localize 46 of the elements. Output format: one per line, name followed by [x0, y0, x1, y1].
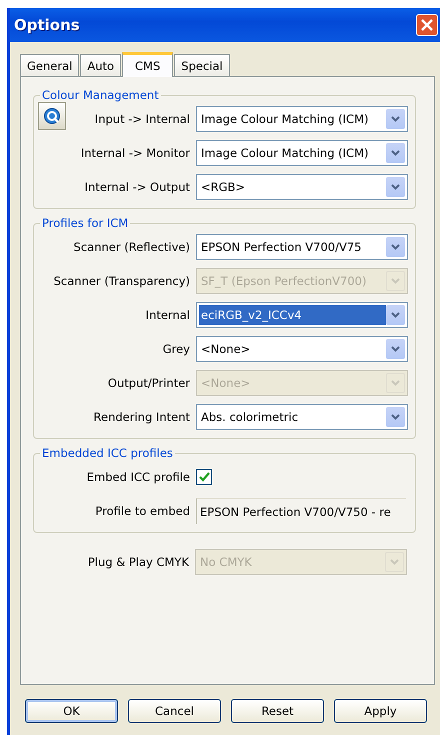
close-button[interactable] — [416, 14, 438, 36]
dropdown[interactable]: Abs. colorimetric — [196, 404, 408, 430]
chevron-down-icon — [390, 559, 399, 565]
chevron-down-icon — [391, 150, 400, 156]
chevron-down-icon — [391, 116, 400, 122]
dropdown[interactable]: Image Colour Matching (ICM) — [196, 140, 408, 166]
chevron-down-icon — [391, 414, 400, 420]
tab[interactable]: Auto — [80, 54, 122, 76]
field-label: Internal — [146, 308, 190, 322]
dialog-button[interactable]: OK — [25, 699, 118, 723]
chevron-down-icon — [391, 244, 400, 250]
dropdown[interactable]: eciRGB_v2_ICCv4 — [196, 302, 408, 328]
chevron-down-icon — [391, 278, 400, 284]
field-label: Scanner (Reflective) — [74, 240, 190, 254]
field-label: Profile to embed — [95, 504, 190, 518]
checkbox[interactable] — [196, 469, 212, 485]
chevron-down-icon — [391, 380, 400, 386]
dialog-button[interactable]: Apply — [334, 699, 427, 723]
field-label: Rendering Intent — [94, 410, 190, 424]
dropdown[interactable]: Image Colour Matching (ICM) — [196, 106, 408, 132]
field-label: Grey — [162, 342, 190, 356]
field-label: Scanner (Transparency) — [54, 274, 190, 288]
read-only-field: EPSON Perfection V700/V750 - re — [196, 498, 406, 524]
tab[interactable]: Special — [174, 54, 230, 76]
tool-button[interactable] — [38, 102, 66, 130]
dropdown[interactable]: <RGB> — [196, 174, 408, 200]
field-label: Embed ICC profile — [86, 470, 190, 484]
dropdown[interactable]: <None> — [196, 336, 408, 362]
window-title: Options — [14, 16, 80, 34]
field-label: Plug & Play CMYK — [88, 555, 189, 569]
dropdown[interactable]: EPSON Perfection V700/V75 — [196, 234, 408, 260]
chevron-down-icon — [391, 346, 400, 352]
magnifier-icon — [43, 107, 61, 125]
tab[interactable]: CMS — [122, 52, 174, 77]
chevron-down-icon — [391, 184, 400, 190]
field-label: Internal -> Output — [84, 180, 190, 194]
chevron-down-icon — [391, 312, 400, 318]
field-label: Output/Printer — [108, 376, 190, 390]
dialog-button[interactable]: Cancel — [128, 699, 221, 723]
group-title: Embedded ICC profiles — [40, 445, 175, 461]
tab[interactable]: General — [20, 54, 80, 76]
close-icon — [421, 19, 433, 31]
field-label: Input -> Internal — [94, 112, 190, 126]
group-title: Colour Management — [40, 87, 161, 103]
dialog-button[interactable]: Reset — [231, 699, 324, 723]
field-label: Internal -> Monitor — [80, 146, 190, 160]
